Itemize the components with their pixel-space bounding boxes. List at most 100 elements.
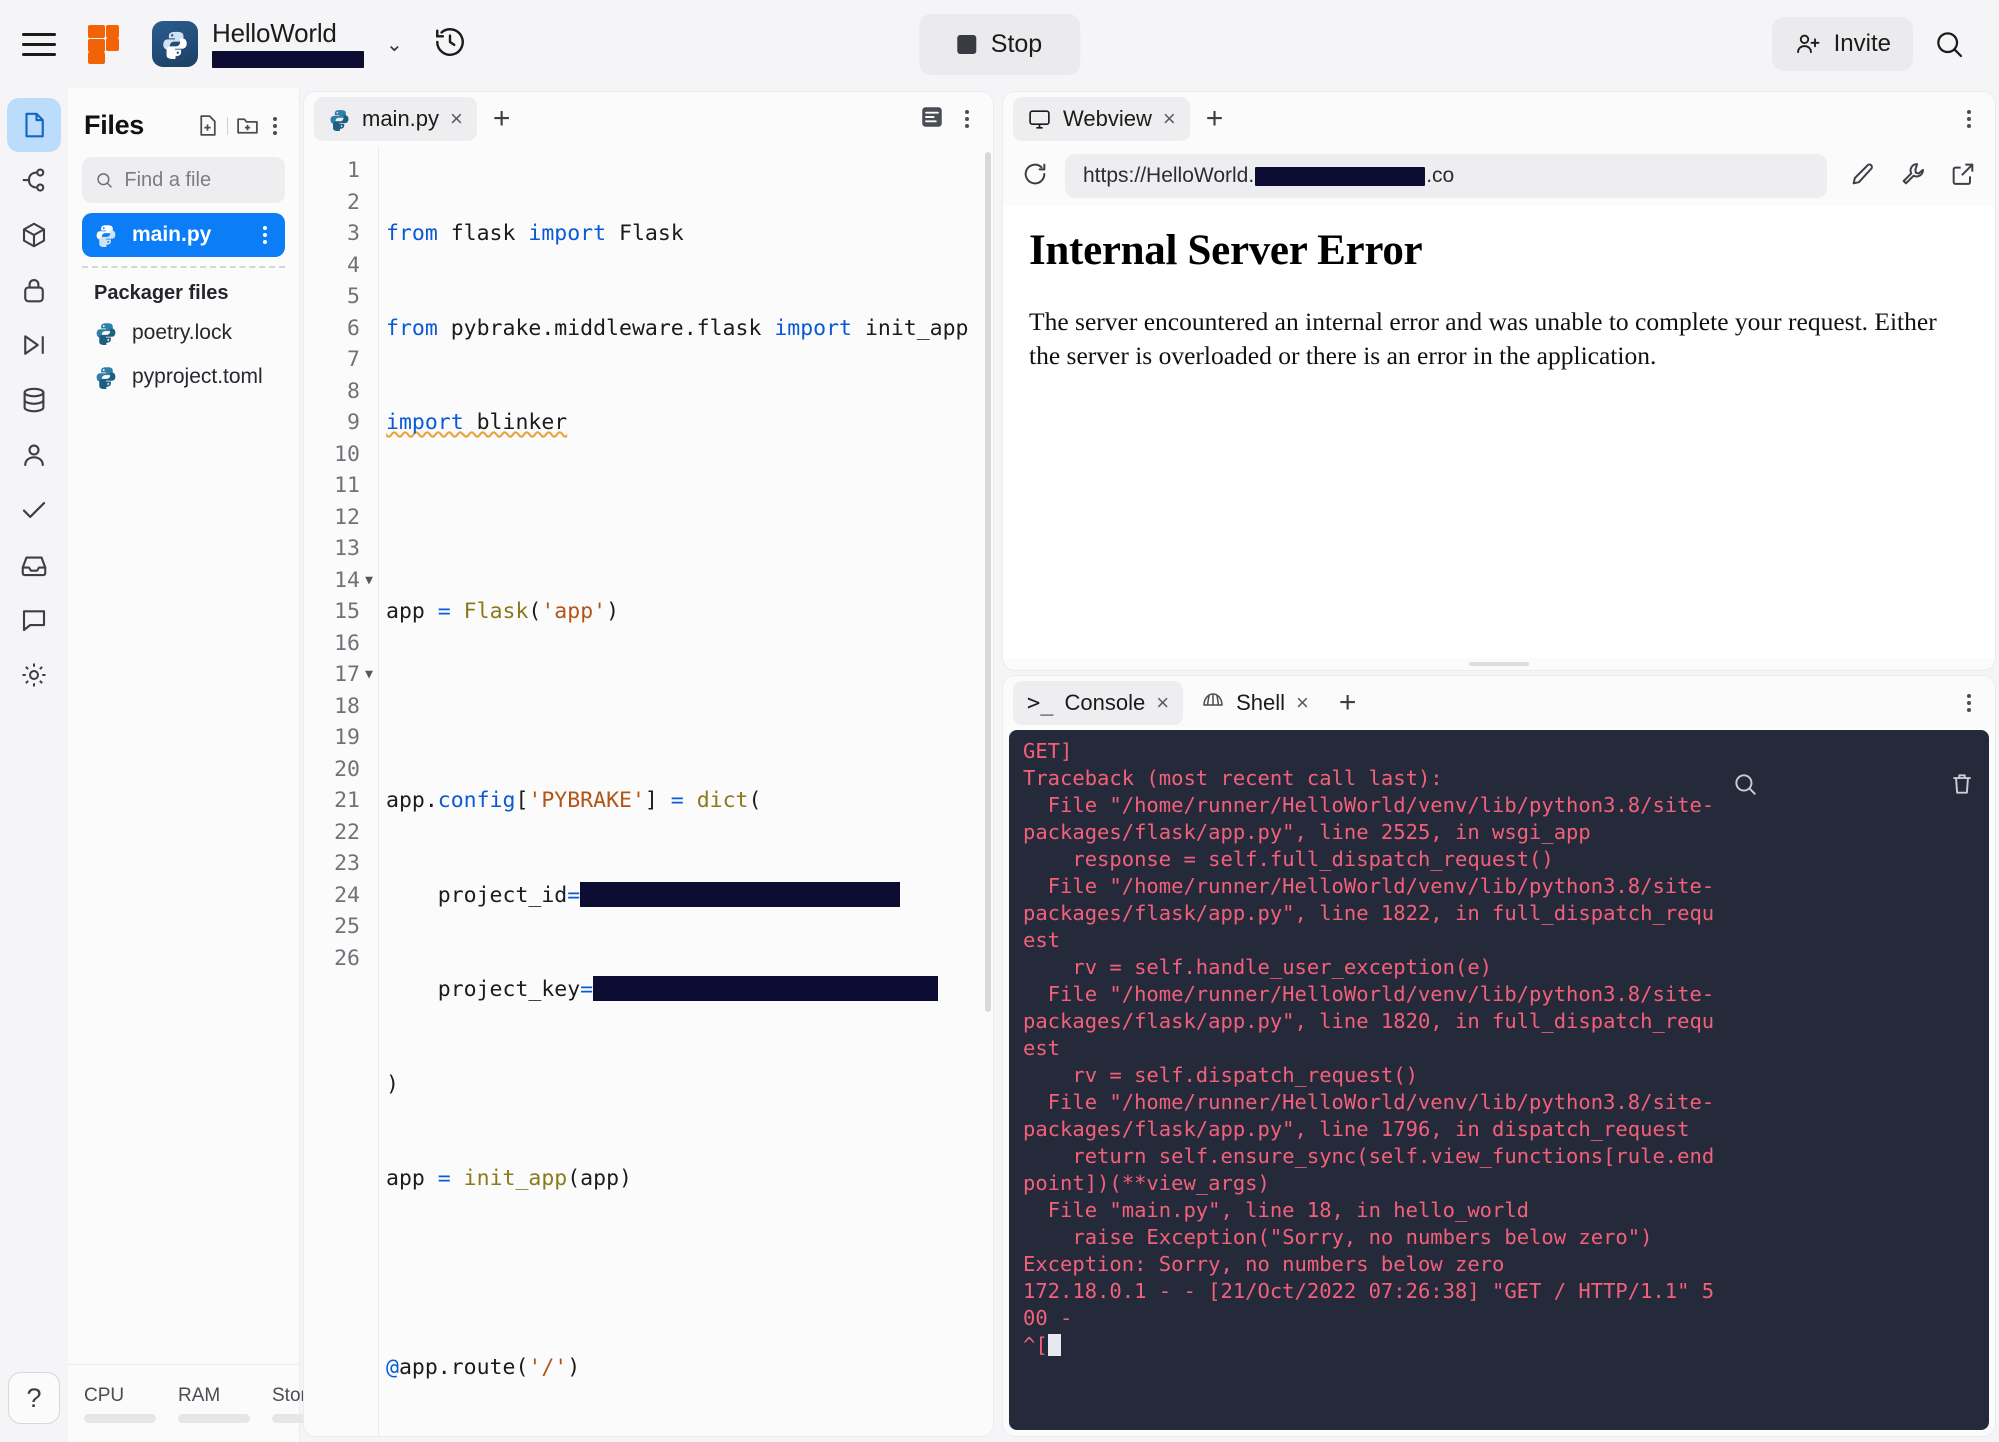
project-info[interactable]: HelloWorld <box>212 20 364 68</box>
file-item-pyproject-toml[interactable]: pyproject.toml <box>82 355 285 399</box>
sidebar-item-database[interactable] <box>7 373 61 427</box>
sidebar-item-secrets[interactable] <box>7 263 61 317</box>
file-kebab-menu-icon[interactable] <box>257 223 273 247</box>
resource-label: RAM <box>178 1384 221 1406</box>
sidebar-item-deployments[interactable] <box>7 538 61 592</box>
line-number-gutter: 1234 5678 9 10 11 12 13 14 15 16 17 18 19 20 21 22… <box>334 158 360 971</box>
console-tools <box>1559 744 1975 831</box>
python-icon <box>96 225 116 247</box>
console-kebab-menu-icon[interactable] <box>1961 691 1977 715</box>
sidebar-item-run-config[interactable] <box>7 318 61 372</box>
search-icon[interactable] <box>1559 744 1758 831</box>
close-icon[interactable]: × <box>1156 692 1169 714</box>
webview-card: Webview × + https://HelloWorld. .co Inte… <box>1003 92 1995 670</box>
new-tab-plus-icon[interactable]: + <box>1327 686 1369 720</box>
close-icon[interactable]: × <box>1296 692 1309 714</box>
tab-shell[interactable]: Shell × <box>1187 681 1323 725</box>
code-content[interactable]: from flask import Flask from pybrake.mid… <box>378 146 993 1436</box>
new-tab-plus-icon[interactable]: + <box>481 102 523 136</box>
format-document-icon[interactable] <box>919 104 945 135</box>
stop-button-label: Stop <box>990 29 1043 58</box>
code-line-11: app = init_app(app) <box>386 1166 632 1191</box>
tab-webview[interactable]: Webview × <box>1013 97 1190 141</box>
sidebar-item-settings[interactable] <box>7 648 61 702</box>
stop-button[interactable]: Stop <box>918 13 1081 75</box>
sidebar-item-tests[interactable] <box>7 483 61 537</box>
url-input[interactable]: https://HelloWorld. .co <box>1065 154 1827 198</box>
stop-square-icon <box>956 34 976 54</box>
sidebar-item-account[interactable] <box>7 428 61 482</box>
close-icon[interactable]: × <box>450 108 463 130</box>
files-panel-actions <box>195 113 283 138</box>
add-folder-icon[interactable] <box>235 113 260 138</box>
reload-icon[interactable] <box>1021 160 1049 193</box>
file-item-poetry-lock[interactable]: poetry.lock <box>82 311 285 355</box>
editor-pane: main.py × + 1 2 3 4 5 6 7 8 9 10 11 12 1… <box>300 88 999 1442</box>
tab-label: Console <box>1064 690 1146 715</box>
replit-ide: HelloWorld ⌄ Stop Invite ? Files Find a … <box>0 0 1999 1442</box>
find-file-search[interactable] <box>82 157 285 203</box>
python-icon <box>96 323 116 345</box>
code-line-13: @app.route('/') <box>386 1355 581 1380</box>
kebab-menu-icon[interactable] <box>267 114 283 138</box>
code-line-3: import blinker <box>386 410 568 435</box>
close-icon[interactable]: × <box>1163 108 1176 130</box>
invite-button[interactable]: Invite <box>1771 17 1913 71</box>
console-output[interactable]: GET] Traceback (most recent call last): … <box>1009 730 1989 1430</box>
tab-label: main.py <box>362 106 440 131</box>
panel-resize-handle[interactable] <box>1003 658 1995 670</box>
resource-cpu[interactable]: CPU <box>84 1385 156 1423</box>
lock-icon <box>24 278 44 303</box>
trash-icon[interactable] <box>1776 744 1975 831</box>
hamburger-menu-icon[interactable] <box>22 23 64 65</box>
search-icon[interactable] <box>1921 18 1977 70</box>
code-line-7: app.config['PYBRAKE'] = dict( <box>386 788 762 813</box>
history-icon[interactable] <box>433 25 467 64</box>
add-file-icon[interactable] <box>195 113 220 138</box>
left-rail: ? <box>0 88 68 1442</box>
sidebar-item-version-control[interactable] <box>7 153 61 207</box>
tab-console[interactable]: >_ Console × <box>1013 681 1184 725</box>
file-item-main-py[interactable]: main.py <box>82 213 285 257</box>
code-fold-gutter[interactable]: ▼ ▼ <box>360 146 378 1436</box>
new-tab-plus-icon[interactable]: + <box>1194 102 1236 136</box>
check-icon <box>22 502 46 518</box>
code-line-2: from pybrake.middleware.flask import ini… <box>386 315 969 341</box>
webview-kebab-menu-icon[interactable] <box>1961 107 1977 131</box>
external-link-icon[interactable] <box>1949 160 1977 193</box>
webview-url-bar: https://HelloWorld. .co <box>1003 146 1995 206</box>
sidebar-item-files[interactable] <box>7 98 61 152</box>
person-icon <box>24 444 44 467</box>
replit-logo-icon[interactable] <box>86 24 126 64</box>
help-button[interactable]: ? <box>8 1372 60 1424</box>
fold-arrow-icon: ▼ <box>365 667 373 682</box>
editor-scrollbar[interactable] <box>985 152 991 1012</box>
monitor-icon <box>1029 109 1050 129</box>
console-tabstrip: >_ Console × Shell × + <box>1003 676 1995 730</box>
tab-label: Shell <box>1236 690 1285 715</box>
url-prefix: https://HelloWorld. <box>1083 164 1255 187</box>
divider <box>227 116 228 135</box>
webview-url-actions <box>1843 160 1977 193</box>
resource-ram[interactable]: RAM <box>178 1385 250 1423</box>
code-line-10: ) <box>386 1071 399 1097</box>
file-item-label: pyproject.toml <box>132 365 263 388</box>
code-editor[interactable]: 1234 5678 9 10 11 12 13 14 15 16 17 18 19 20 21 22… <box>304 146 993 1436</box>
chevron-down-icon[interactable]: ⌄ <box>386 32 403 57</box>
terminal-prompt-icon: >_ <box>1027 690 1054 716</box>
sidebar-item-chat[interactable] <box>7 593 61 647</box>
editor-card: main.py × + 1 2 3 4 5 6 7 8 9 10 11 12 1… <box>304 92 993 1436</box>
editor-kebab-menu-icon[interactable] <box>959 107 975 131</box>
top-toolbar-right: Invite <box>1771 17 1977 71</box>
python-icon <box>152 21 198 67</box>
pencil-icon[interactable] <box>1849 160 1877 193</box>
find-file-input[interactable] <box>124 168 272 192</box>
files-list: main.py <box>68 213 299 257</box>
sidebar-item-packages[interactable] <box>7 208 61 262</box>
top-toolbar: HelloWorld ⌄ Stop Invite <box>0 0 1999 88</box>
tab-main-py[interactable]: main.py × <box>314 97 477 141</box>
wrench-icon[interactable] <box>1899 160 1927 193</box>
